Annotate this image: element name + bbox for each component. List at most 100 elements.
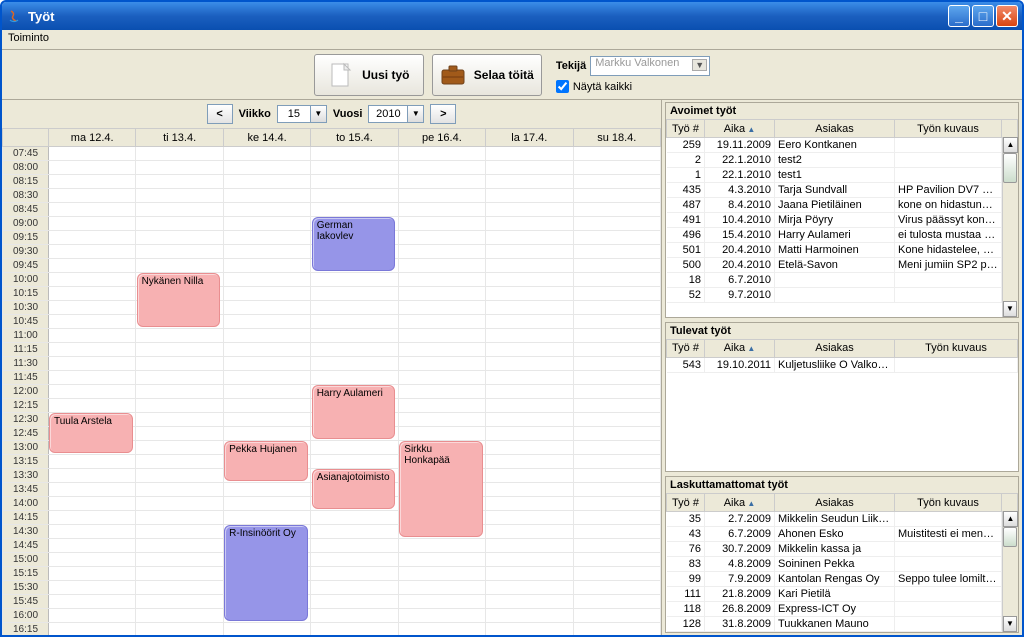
calendar-cell[interactable] <box>49 483 136 497</box>
table-row[interactable]: 76 30.7.2009 Mikkelin kassa ja <box>667 542 1018 557</box>
calendar-cell[interactable] <box>49 553 136 567</box>
year-drop-icon[interactable]: ▼ <box>408 105 424 123</box>
calendar-cell[interactable] <box>573 357 660 371</box>
calendar-cell[interactable] <box>311 189 398 203</box>
calendar-cell[interactable] <box>223 357 310 371</box>
calendar-cell[interactable] <box>136 175 223 189</box>
scroll-up-icon[interactable]: ▲ <box>1003 511 1018 527</box>
calendar-cell[interactable] <box>573 343 660 357</box>
calendar-cell[interactable] <box>398 217 485 231</box>
calendar-cell[interactable] <box>486 399 573 413</box>
table-row[interactable]: 1 22.1.2010 test1 <box>667 168 1018 183</box>
table-row[interactable]: 259 19.11.2009 Eero Kontkanen <box>667 138 1018 153</box>
calendar-cell[interactable] <box>136 147 223 161</box>
calendar-cell[interactable] <box>223 203 310 217</box>
calendar-cell[interactable] <box>398 189 485 203</box>
calendar-event[interactable]: Harry Aulameri <box>312 385 396 439</box>
tekija-select[interactable]: Markku Valkonen <box>590 56 710 76</box>
calendar-cell[interactable] <box>49 567 136 581</box>
calendar-cell[interactable] <box>398 609 485 623</box>
calendar-cell[interactable] <box>573 581 660 595</box>
calendar-cell[interactable] <box>223 189 310 203</box>
table-row[interactable]: 487 8.4.2010 Jaana Pietiläinen kone on h… <box>667 198 1018 213</box>
calendar-cell[interactable] <box>311 623 398 636</box>
calendar-cell[interactable] <box>49 385 136 399</box>
prev-week-button[interactable]: < <box>207 104 233 124</box>
calendar-cell[interactable] <box>136 441 223 455</box>
calendar-cell[interactable] <box>573 427 660 441</box>
col-kuvaus[interactable]: Työn kuvaus <box>895 494 1002 512</box>
calendar-cell[interactable] <box>486 217 573 231</box>
calendar-cell[interactable] <box>136 511 223 525</box>
calendar-cell[interactable] <box>223 245 310 259</box>
calendar-cell[interactable] <box>49 203 136 217</box>
calendar-cell[interactable] <box>486 231 573 245</box>
calendar-cell[interactable] <box>486 259 573 273</box>
table-row[interactable]: 501 20.4.2010 Matti Harmoinen Kone hidas… <box>667 243 1018 258</box>
calendar-cell[interactable] <box>573 469 660 483</box>
calendar-cell[interactable] <box>49 259 136 273</box>
calendar-cell[interactable] <box>136 623 223 636</box>
calendar-cell[interactable] <box>573 329 660 343</box>
calendar-cell[interactable] <box>49 329 136 343</box>
calendar-cell[interactable] <box>573 203 660 217</box>
calendar-event[interactable]: R-Insinöörit Oy <box>224 525 308 621</box>
menu-toiminto[interactable]: Toiminto <box>8 32 49 44</box>
calendar-cell[interactable] <box>486 623 573 636</box>
calendar-cell[interactable] <box>223 371 310 385</box>
calendar-cell[interactable] <box>136 483 223 497</box>
calendar-cell[interactable] <box>486 371 573 385</box>
calendar-cell[interactable] <box>49 623 136 636</box>
calendar-cell[interactable] <box>49 539 136 553</box>
calendar-cell[interactable] <box>573 385 660 399</box>
table-row[interactable]: 83 4.8.2009 Soininen Pekka <box>667 557 1018 572</box>
scroll-down-icon[interactable]: ▼ <box>1003 301 1017 317</box>
calendar-event[interactable]: Nykänen Nilla <box>137 273 221 327</box>
table-row[interactable]: 99 7.9.2009 Kantolan Rengas Oy Seppo tul… <box>667 572 1018 587</box>
lasku-scrollbar[interactable]: ▲ ▼ <box>1002 511 1018 632</box>
calendar-cell[interactable] <box>573 483 660 497</box>
show-all-checkbox[interactable]: Näytä kaikki <box>556 80 710 93</box>
calendar-cell[interactable] <box>223 315 310 329</box>
calendar-cell[interactable] <box>398 623 485 636</box>
calendar-cell[interactable] <box>136 595 223 609</box>
calendar-cell[interactable] <box>573 595 660 609</box>
calendar-cell[interactable] <box>136 553 223 567</box>
table-row[interactable]: 118 26.8.2009 Express-ICT Oy <box>667 602 1018 617</box>
calendar-cell[interactable] <box>136 567 223 581</box>
calendar-cell[interactable] <box>136 469 223 483</box>
year-spinner[interactable]: ▼ <box>368 105 424 123</box>
week-input[interactable] <box>277 105 311 123</box>
avoimet-scrollbar[interactable]: ▲ ▼ <box>1002 137 1018 317</box>
calendar-cell[interactable] <box>486 427 573 441</box>
calendar-cell[interactable] <box>573 147 660 161</box>
calendar-cell[interactable] <box>311 343 398 357</box>
next-week-button[interactable]: > <box>430 104 456 124</box>
calendar-cell[interactable] <box>398 245 485 259</box>
col-tyo[interactable]: Työ # <box>667 494 705 512</box>
calendar-cell[interactable] <box>398 315 485 329</box>
table-row[interactable]: 52 9.7.2010 <box>667 288 1018 303</box>
calendar-cell[interactable] <box>49 343 136 357</box>
calendar-cell[interactable] <box>486 385 573 399</box>
table-row[interactable]: 435 4.3.2010 Tarja Sundvall HP Pavilion … <box>667 183 1018 198</box>
calendar-cell[interactable] <box>398 273 485 287</box>
calendar-cell[interactable] <box>223 231 310 245</box>
calendar-cell[interactable] <box>573 217 660 231</box>
calendar-cell[interactable] <box>49 371 136 385</box>
scroll-thumb[interactable] <box>1003 153 1017 183</box>
calendar-cell[interactable] <box>573 567 660 581</box>
calendar-cell[interactable] <box>398 175 485 189</box>
calendar-cell[interactable] <box>398 413 485 427</box>
calendar-cell[interactable] <box>311 161 398 175</box>
calendar-cell[interactable] <box>223 497 310 511</box>
calendar-cell[interactable] <box>486 357 573 371</box>
col-asiakas[interactable]: Asiakas <box>775 339 895 357</box>
col-tyo[interactable]: Työ # <box>667 120 705 138</box>
calendar-cell[interactable] <box>573 175 660 189</box>
calendar-cell[interactable] <box>49 455 136 469</box>
calendar-cell[interactable] <box>311 539 398 553</box>
show-all-input[interactable] <box>556 80 569 93</box>
calendar-cell[interactable] <box>486 581 573 595</box>
calendar-cell[interactable] <box>223 427 310 441</box>
